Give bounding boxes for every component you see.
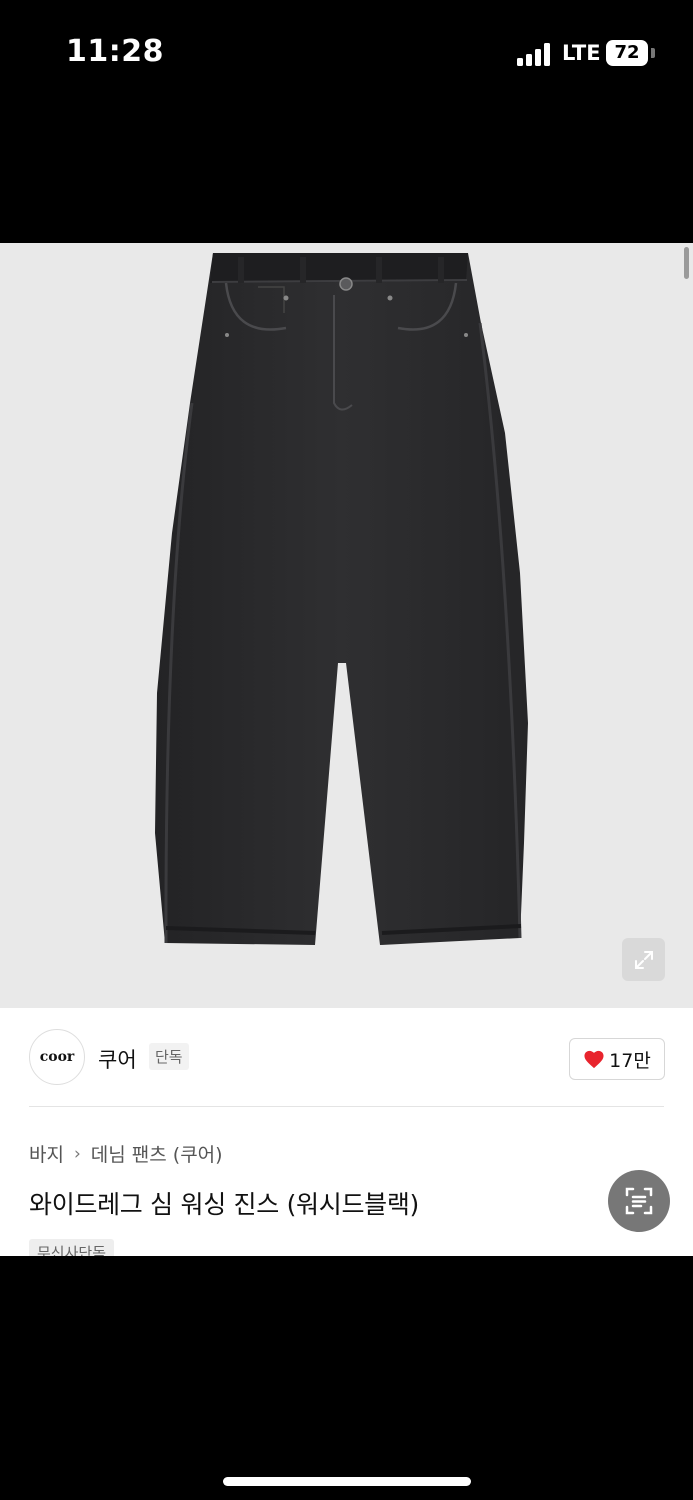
product-tag: 무신사단독 bbox=[29, 1239, 115, 1256]
status-bar: 11:28 LTE 72 bbox=[0, 0, 693, 110]
brand-name[interactable]: 쿠어 bbox=[98, 1044, 137, 1074]
product-image[interactable] bbox=[0, 243, 693, 1008]
scroll-indicator bbox=[684, 247, 689, 279]
chevron-right-icon: › bbox=[73, 1143, 81, 1164]
exclusive-badge: 단독 bbox=[149, 1043, 189, 1070]
battery-icon: 72 bbox=[606, 40, 648, 66]
product-title: 와이드레그 심 워싱 진스 (워시드블랙) bbox=[29, 1190, 419, 1219]
scan-text-icon bbox=[625, 1187, 653, 1215]
brand-logo[interactable]: coor bbox=[29, 1029, 85, 1085]
expand-image-button[interactable] bbox=[622, 938, 665, 981]
breadcrumb-subcategory[interactable]: 데님 팬츠 (쿠어) bbox=[91, 1140, 223, 1167]
home-indicator[interactable] bbox=[223, 1477, 471, 1486]
expand-icon bbox=[634, 950, 653, 969]
product-detail-screen: coor 쿠어 단독 17만 바지 › 데님 팬츠 (쿠어) 와이드레그 심 워… bbox=[0, 243, 693, 1256]
like-count: 17만 bbox=[609, 1049, 651, 1072]
scan-button[interactable] bbox=[608, 1170, 670, 1232]
battery-nub bbox=[651, 48, 655, 58]
breadcrumb: 바지 › 데님 팬츠 (쿠어) bbox=[29, 1140, 223, 1167]
jeans-illustration bbox=[155, 253, 528, 945]
status-time: 11:28 bbox=[66, 34, 164, 69]
brand-logo-text: coor bbox=[39, 1049, 75, 1065]
signal-strength-icon bbox=[517, 42, 555, 66]
breadcrumb-category[interactable]: 바지 bbox=[29, 1140, 64, 1167]
like-button[interactable]: 17만 bbox=[569, 1038, 665, 1080]
heart-icon bbox=[584, 1050, 604, 1069]
divider bbox=[29, 1106, 664, 1107]
brand-row: coor 쿠어 단독 17만 bbox=[0, 1008, 693, 1108]
network-type: LTE bbox=[562, 41, 601, 65]
